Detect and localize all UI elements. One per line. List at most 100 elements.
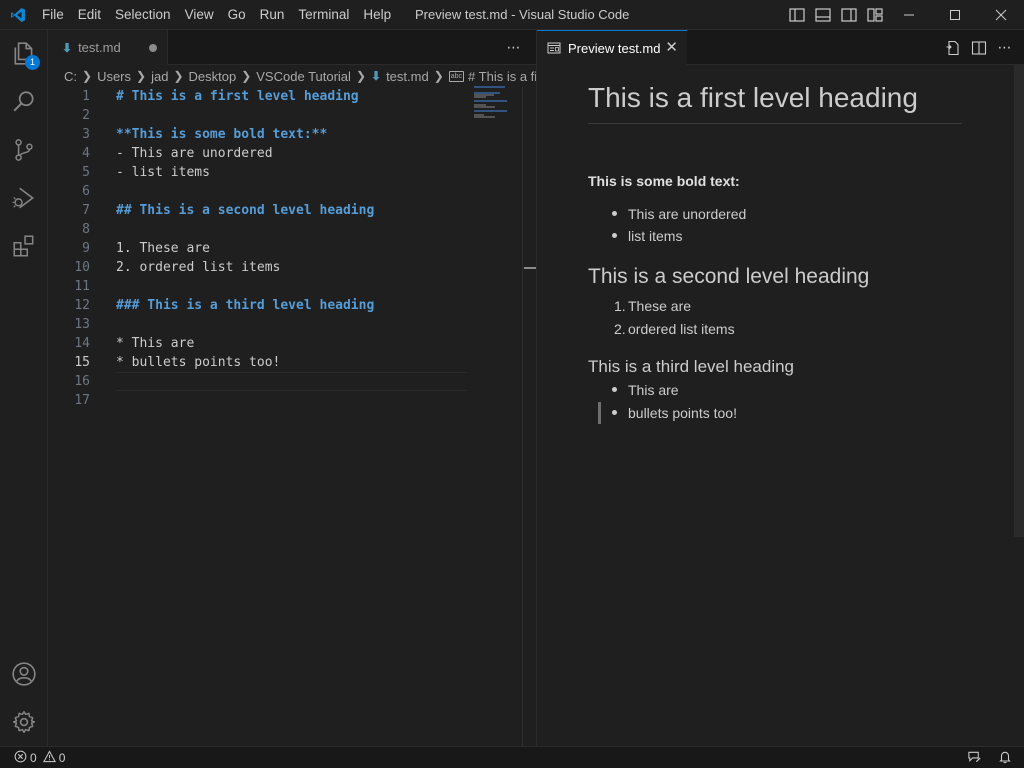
bullet-icon (612, 233, 617, 238)
code-line: 14 * This are (48, 334, 468, 353)
line-number: 13 (74, 317, 90, 332)
open-source-icon[interactable] (942, 37, 964, 59)
split-editor-icon[interactable] (968, 37, 990, 59)
breadcrumb-vscode-tutorial[interactable]: VSCode Tutorial (256, 69, 351, 84)
code-line: 12 ### This is a third level heading (48, 296, 468, 315)
warning-count: 0 (58, 750, 66, 765)
breadcrumb-jad[interactable]: jad (151, 69, 168, 84)
line-number: 8 (82, 222, 90, 237)
line-number: 12 (74, 298, 90, 313)
code-line: 16 (48, 372, 468, 391)
accounts-icon[interactable] (0, 650, 48, 698)
minimize-icon[interactable] (886, 0, 932, 30)
tab-label: test.md (78, 40, 121, 55)
menu-run[interactable]: Run (253, 0, 292, 30)
code-line: 3 **This is some bold text:** (48, 125, 468, 144)
menu-terminal[interactable]: Terminal (291, 0, 356, 30)
tab-preview-test-md[interactable]: Preview test.md ✕ (537, 30, 687, 65)
minimap[interactable] (474, 86, 522, 146)
breadcrumb-users[interactable]: Users (97, 69, 131, 84)
breadcrumb-file[interactable]: test.md (386, 69, 429, 84)
manage-gear-icon[interactable] (0, 698, 48, 746)
breadcrumb: C: ❯ Users ❯ jad ❯ Desktop ❯ VSCode Tuto… (48, 65, 537, 87)
line-text: * bullets points too! (116, 355, 281, 370)
string-symbol-icon: abc (448, 70, 465, 82)
menu-file[interactable]: File (35, 0, 71, 30)
preview-tab-label: Preview test.md (568, 40, 661, 56)
activity-bar: 1 (0, 30, 48, 746)
close-tab-icon[interactable]: ✕ (665, 40, 678, 55)
preview-h2: This is a second level heading (588, 265, 870, 288)
window-title: Preview test.md - Visual Studio Code (415, 7, 630, 22)
menu-help[interactable]: Help (356, 0, 398, 30)
code-line: 11 (48, 277, 468, 296)
unsaved-dot-icon[interactable] (149, 44, 157, 52)
error-icon (14, 750, 27, 766)
chevron-right-icon: ❯ (82, 69, 93, 83)
menu-view[interactable]: View (178, 0, 221, 30)
search-icon[interactable] (0, 78, 48, 126)
notifications-bell-icon[interactable] (998, 750, 1012, 767)
feedback-icon[interactable] (967, 750, 982, 767)
preview-ordered-item: ordered list items (628, 321, 735, 337)
menu-edit[interactable]: Edit (71, 0, 108, 30)
customize-layout-icon[interactable] (862, 0, 888, 30)
code-line: 6 (48, 182, 468, 201)
code-line: 8 (48, 220, 468, 239)
preview-bullet-item: This are (628, 382, 679, 398)
code-line: 17 (48, 391, 468, 410)
bullet-icon (612, 387, 617, 392)
preview-unordered-item: This are unordered (628, 206, 747, 222)
toggle-primary-sidebar-icon[interactable] (784, 0, 810, 30)
line-text: # This is a first level heading (116, 89, 359, 104)
menu-go[interactable]: Go (221, 0, 253, 30)
toggle-panel-icon[interactable] (810, 0, 836, 30)
code-line: 1 # This is a first level heading (48, 87, 468, 106)
warning-icon (42, 749, 56, 766)
breadcrumb-drive[interactable]: C: (64, 69, 77, 84)
line-text: 2. ordered list items (116, 260, 281, 275)
menu-selection[interactable]: Selection (108, 0, 178, 30)
line-text: ## This is a second level heading (116, 203, 375, 218)
chevron-right-icon: ❯ (136, 69, 147, 83)
preview-tab-bar: Preview test.md ✕ ⋯ (537, 30, 1024, 65)
line-number: 4 (82, 146, 90, 161)
more-actions-icon[interactable]: ⋯ (500, 30, 528, 65)
tab-test-md[interactable]: ⬇ test.md (48, 30, 168, 65)
line-number: 7 (82, 203, 90, 218)
chevron-right-icon: ❯ (433, 69, 444, 83)
line-number: 9 (82, 241, 90, 256)
preview-scrollbar[interactable] (1014, 65, 1024, 537)
editor-group-right: Preview test.md ✕ ⋯ This is a first leve… (537, 30, 1024, 746)
status-right (967, 747, 1012, 768)
close-window-icon[interactable] (978, 0, 1024, 30)
preview-ordered-item: These are (628, 298, 692, 314)
line-number: 10 (74, 260, 90, 275)
preview-bullet-item: bullets points too! (628, 405, 737, 421)
menu-bar: File Edit Selection View Go Run Terminal… (35, 0, 398, 30)
ordered-index: 1. (614, 298, 626, 314)
problems-indicator[interactable]: 0 0 (0, 749, 66, 766)
toggle-secondary-sidebar-icon[interactable] (836, 0, 862, 30)
line-text: ### This is a third level heading (116, 298, 375, 313)
line-number: 5 (82, 165, 90, 180)
bullet-icon (612, 410, 617, 415)
preview-unordered-item: list items (628, 228, 683, 244)
explorer-icon[interactable]: 1 (0, 30, 48, 78)
line-text: **This is some bold text:** (116, 127, 328, 142)
breadcrumb-desktop[interactable]: Desktop (189, 69, 237, 84)
line-number: 11 (74, 279, 90, 294)
code-editor[interactable]: 1 # This is a first level heading 2 3 **Th… (48, 87, 522, 746)
run-debug-icon[interactable] (0, 174, 48, 222)
editor-group-left: ⬇ test.md ⋯ C: ❯ Users ❯ jad ❯ Desktop ❯… (48, 30, 537, 746)
chevron-right-icon: ❯ (173, 69, 184, 83)
editor-scrollbar[interactable] (522, 87, 537, 746)
more-actions-icon[interactable]: ⋯ (994, 37, 1016, 59)
source-control-icon[interactable] (0, 126, 48, 174)
current-line-marker (598, 402, 601, 424)
code-line: 7 ## This is a second level heading (48, 201, 468, 220)
maximize-icon[interactable] (932, 0, 978, 30)
line-text: * This are (116, 336, 195, 351)
breadcrumb-symbol[interactable]: # This is a first le (468, 69, 537, 84)
extensions-icon[interactable] (0, 222, 48, 270)
